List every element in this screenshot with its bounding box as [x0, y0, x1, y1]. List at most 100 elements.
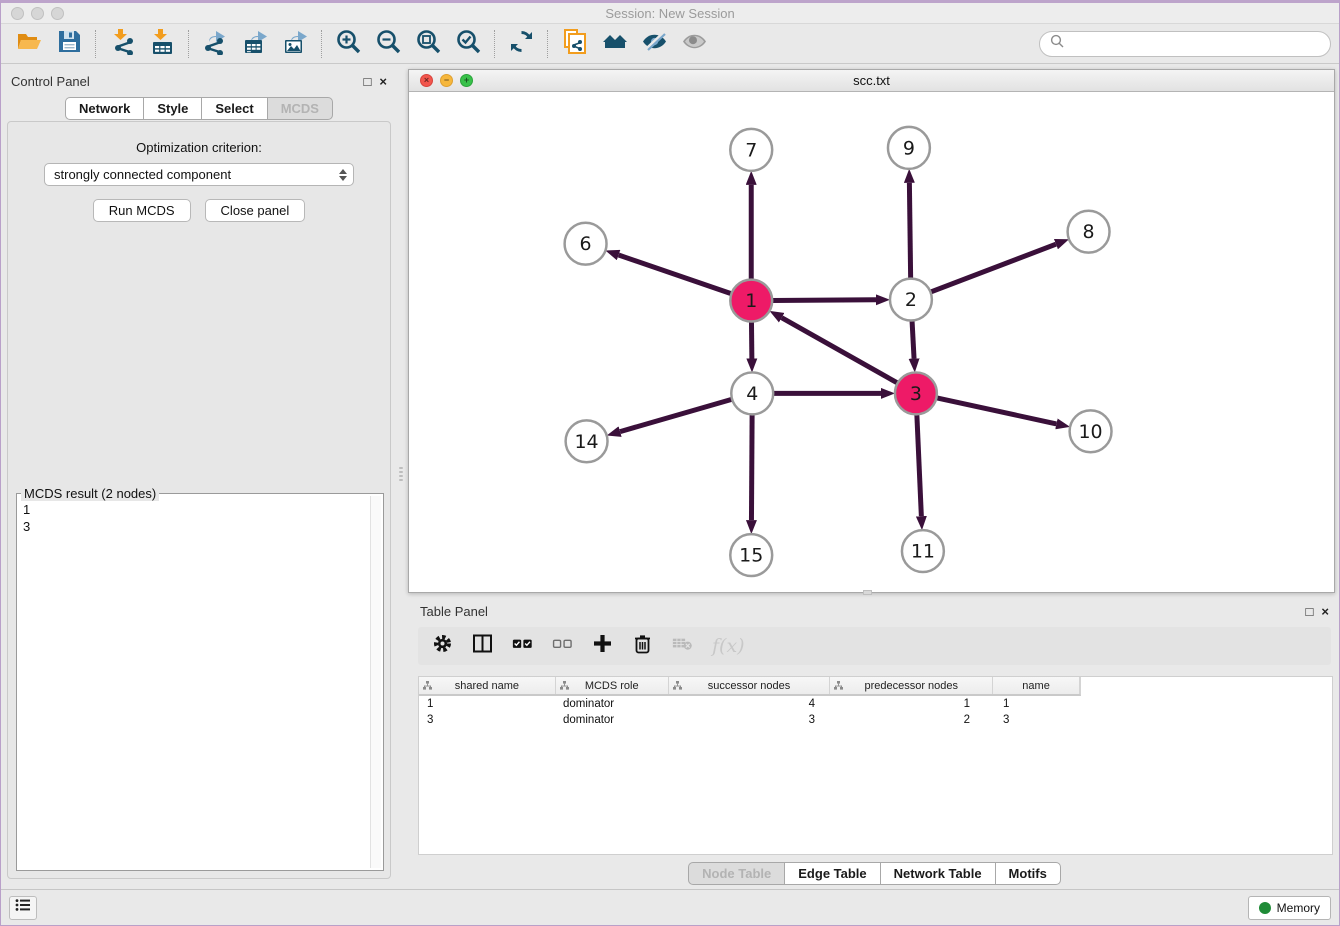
zoom-fit-button[interactable]	[408, 27, 448, 61]
mcds-result-list: 13	[20, 497, 369, 868]
checked-boxes-icon	[512, 633, 533, 659]
table-row[interactable]: 3dominator323	[419, 712, 1332, 728]
zoom-selected-button[interactable]	[448, 27, 488, 61]
tab-motifs[interactable]: Motifs	[995, 862, 1061, 885]
hierarchy-icon	[834, 681, 843, 693]
select-all-columns-button[interactable]	[512, 633, 533, 659]
float-table-panel-icon[interactable]: □	[1306, 605, 1314, 618]
create-column-button[interactable]	[592, 633, 613, 659]
network-zoom-button[interactable]: +	[460, 74, 473, 87]
tab-node-table[interactable]: Node Table	[688, 862, 784, 885]
panel-splitter-handle[interactable]	[398, 467, 404, 489]
mcds-result-item: 1	[23, 501, 366, 518]
export-image-icon	[282, 28, 309, 60]
zoom-selected-icon	[455, 28, 482, 60]
close-panel-button[interactable]: Close panel	[205, 199, 306, 222]
app-window: × − + Session: New Session	[0, 0, 1340, 926]
import-table-button[interactable]	[142, 27, 182, 61]
graph-edge-4-15[interactable]	[751, 414, 752, 520]
close-panel-icon[interactable]: ×	[379, 75, 387, 88]
window-controls: × − +	[11, 7, 64, 20]
export-network-icon	[202, 28, 229, 60]
memory-status-icon	[1259, 902, 1271, 914]
float-panel-icon[interactable]: □	[364, 75, 372, 88]
search-icon	[1050, 34, 1064, 53]
network-canvas[interactable]: 7968124314101511	[409, 92, 1334, 592]
clone-network-button[interactable]	[554, 27, 594, 61]
delete-table-icon	[672, 633, 693, 659]
export-image-button[interactable]	[275, 27, 315, 61]
graph-node-label: 15	[739, 545, 763, 567]
zoom-window-button[interactable]: +	[51, 7, 64, 20]
memory-button[interactable]: Memory	[1248, 896, 1331, 920]
plus-icon	[592, 633, 613, 659]
homes-icon	[601, 28, 628, 60]
result-scrollbar[interactable]	[370, 496, 381, 868]
graph-edge-3-11[interactable]	[917, 414, 922, 516]
delete-table-button[interactable]	[672, 633, 693, 659]
network-minimize-button[interactable]: −	[440, 74, 453, 87]
search-field[interactable]	[1039, 31, 1331, 57]
export-table-button[interactable]	[235, 27, 275, 61]
close-window-button[interactable]: ×	[11, 7, 24, 20]
trash-icon	[632, 633, 653, 659]
graph-node-label: 7	[745, 139, 757, 161]
close-table-panel-icon[interactable]: ×	[1321, 605, 1329, 618]
network-graph: 7968124314101511	[409, 92, 1334, 592]
network-close-button[interactable]: ×	[420, 74, 433, 87]
mcds-result-box: MCDS result (2 nodes) 13	[16, 493, 384, 871]
open-session-button[interactable]	[9, 27, 49, 61]
column-header[interactable]: MCDS role	[556, 677, 669, 694]
graph-node-label: 2	[905, 289, 917, 311]
graph-edge-3-1[interactable]	[782, 318, 898, 383]
table-settings-button[interactable]	[432, 633, 453, 659]
import-network-button[interactable]	[102, 27, 142, 61]
graph-edge-4-14[interactable]	[620, 399, 732, 431]
search-input[interactable]	[1070, 36, 1320, 51]
column-header[interactable]: name	[993, 677, 1080, 694]
save-session-button[interactable]	[49, 27, 89, 61]
graph-edge-1-2[interactable]	[772, 300, 876, 301]
tab-edge-table[interactable]: Edge Table	[784, 862, 879, 885]
deselect-all-columns-button[interactable]	[552, 633, 573, 659]
minimize-window-button[interactable]: −	[31, 7, 44, 20]
task-list-icon	[15, 898, 31, 917]
graph-edges	[619, 183, 1057, 520]
task-history-button[interactable]	[9, 896, 37, 920]
zoom-out-icon	[375, 28, 402, 60]
graph-node-label: 11	[911, 541, 935, 563]
run-mcds-button[interactable]: Run MCDS	[93, 199, 191, 222]
tab-network-table[interactable]: Network Table	[880, 862, 995, 885]
function-builder-button[interactable]: f(x)	[712, 635, 745, 657]
column-header[interactable]: successor nodes	[669, 677, 831, 694]
graph-edge-3-10[interactable]	[936, 398, 1056, 424]
canvas-resize-grip[interactable]	[863, 590, 872, 595]
export-table-icon	[242, 28, 269, 60]
graph-edge-2-8[interactable]	[930, 244, 1055, 292]
criterion-select[interactable]: strongly connected component	[44, 163, 354, 186]
zoom-in-button[interactable]	[328, 27, 368, 61]
refresh-view-button[interactable]	[501, 27, 541, 61]
tab-network[interactable]: Network	[65, 97, 143, 120]
table-cell: dominator	[556, 714, 669, 726]
delete-column-button[interactable]	[632, 633, 653, 659]
graph-edge-2-9[interactable]	[909, 183, 910, 279]
network-window: × − + scc.txt 7968124314101511	[408, 69, 1335, 593]
tab-style[interactable]: Style	[143, 97, 201, 120]
table-panel-title: Table Panel	[420, 604, 488, 619]
graph-node-label: 1	[745, 290, 757, 312]
import-network-icon	[109, 28, 136, 60]
column-header[interactable]: shared name	[419, 677, 556, 694]
tab-mcds[interactable]: MCDS	[267, 97, 333, 120]
hide-selected-button[interactable]	[634, 27, 674, 61]
table-row[interactable]: 1dominator411	[419, 696, 1332, 712]
show-all-button[interactable]	[674, 27, 714, 61]
go-home-button[interactable]	[594, 27, 634, 61]
graph-edge-1-6[interactable]	[619, 255, 732, 294]
graph-edge-2-3[interactable]	[912, 321, 914, 359]
column-header[interactable]: predecessor nodes	[830, 677, 993, 694]
show-column-panel-button[interactable]	[472, 633, 493, 659]
tab-select[interactable]: Select	[201, 97, 266, 120]
zoom-out-button[interactable]	[368, 27, 408, 61]
export-network-button[interactable]	[195, 27, 235, 61]
